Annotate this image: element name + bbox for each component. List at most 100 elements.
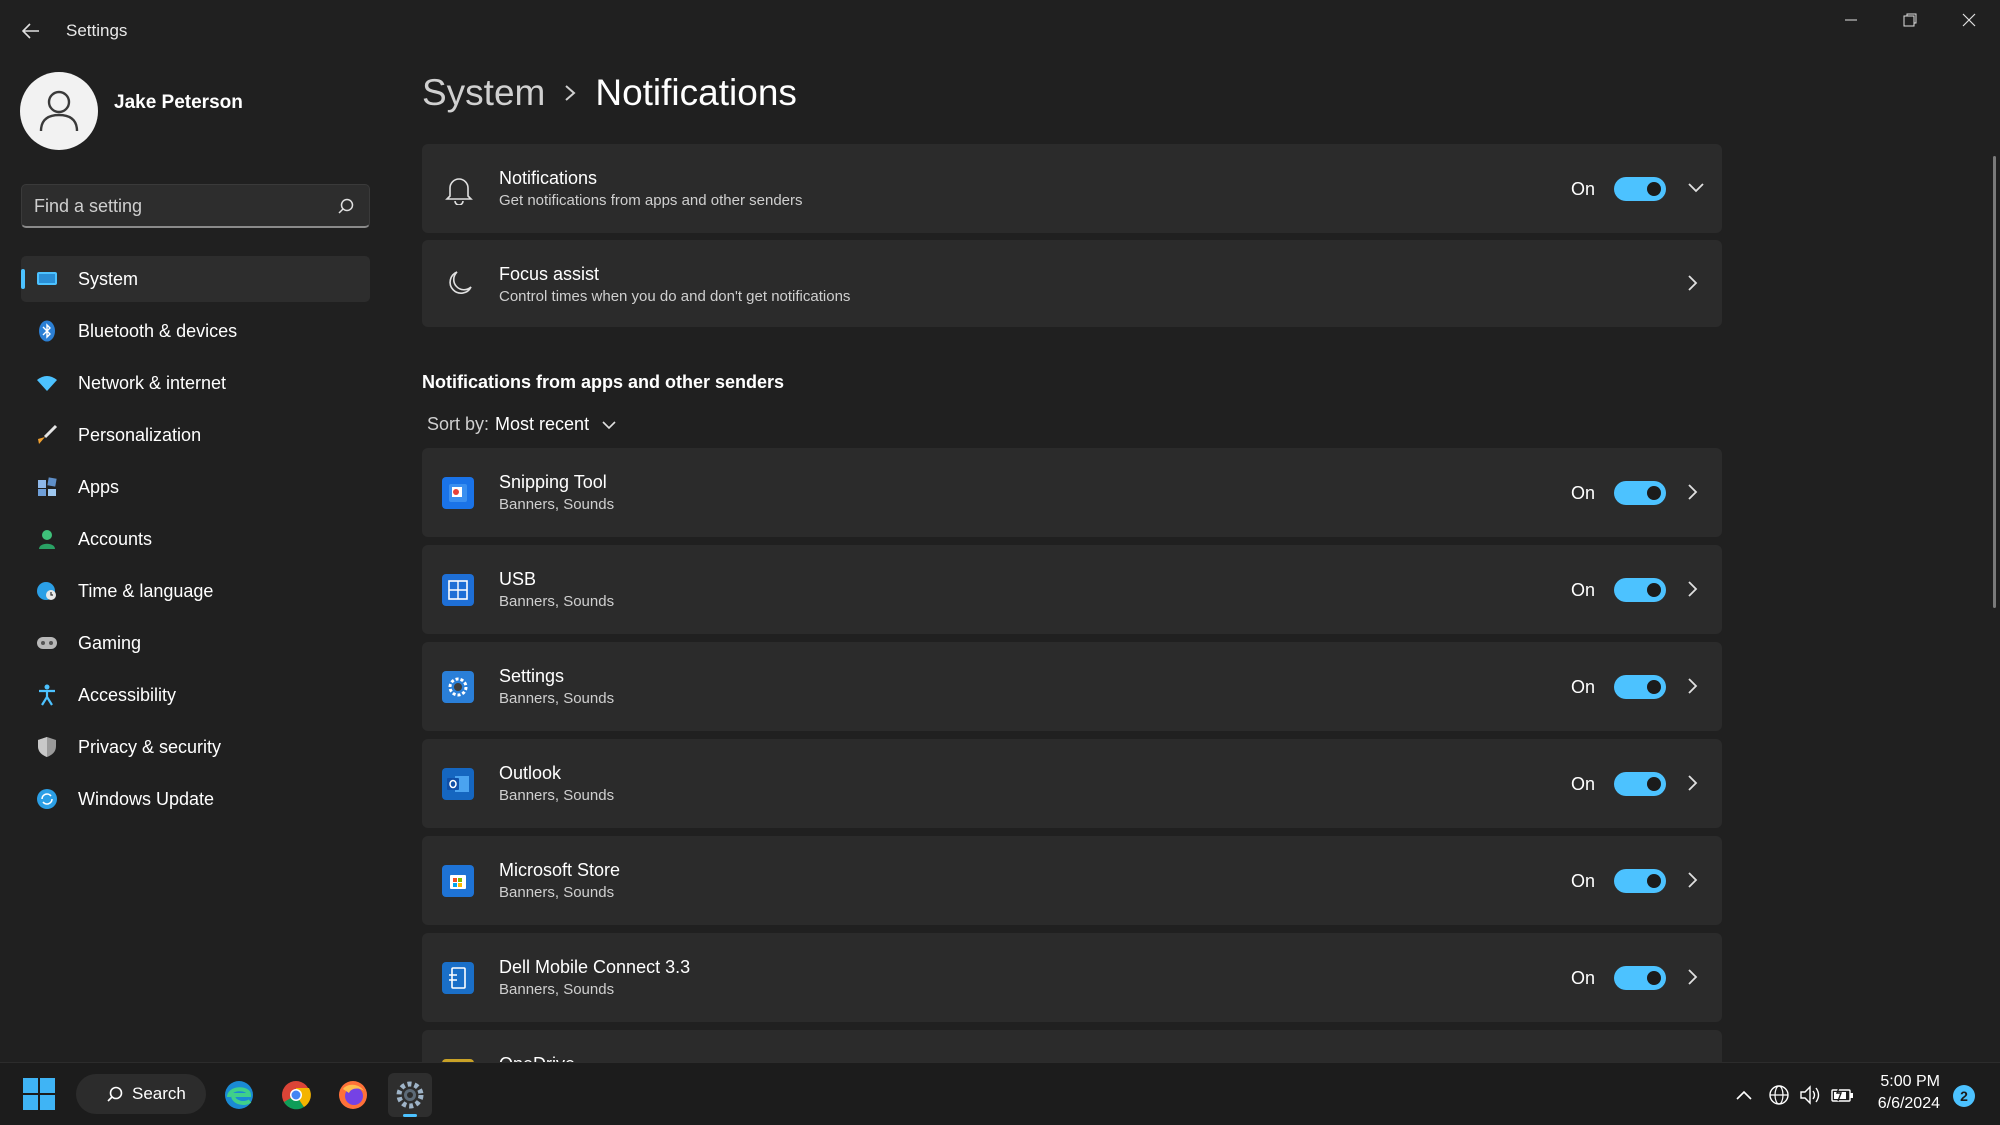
- wifi-icon: [35, 371, 59, 395]
- taskbar-search-button[interactable]: Search: [76, 1074, 206, 1114]
- sidebar-item-label: Network & internet: [78, 373, 227, 393]
- sidebar-item-accounts[interactable]: Accounts: [21, 516, 370, 562]
- card-title: Notifications: [499, 168, 598, 188]
- app-card-settings[interactable]: Settings Banners, Sounds On: [422, 642, 1722, 731]
- app-card-microsoft-store[interactable]: Microsoft Store Banners, Sounds On: [422, 836, 1722, 925]
- sidebar-item-accessibility[interactable]: Accessibility: [21, 672, 370, 718]
- toggle-state-label: On: [1571, 580, 1596, 600]
- app-toggle[interactable]: [1614, 772, 1666, 796]
- sidebar-item-time-language[interactable]: Time & language: [21, 568, 370, 614]
- start-button[interactable]: [22, 1077, 56, 1111]
- settings-gear-icon: [396, 1081, 424, 1109]
- toggle-state-label: On: [1571, 677, 1596, 697]
- search-icon[interactable]: [337, 197, 355, 220]
- clock-time: 5:00 PM: [1880, 1073, 1940, 1090]
- app-name: Outlook: [499, 763, 562, 783]
- volume-button[interactable]: [1797, 1081, 1825, 1109]
- search-box[interactable]: [21, 184, 370, 228]
- scrollbar[interactable]: [1993, 156, 1996, 608]
- breadcrumb-parent[interactable]: System: [422, 72, 545, 114]
- battery-icon: [1831, 1084, 1853, 1102]
- taskbar-firefox[interactable]: [331, 1073, 375, 1117]
- sidebar-item-bluetooth[interactable]: Bluetooth & devices: [21, 308, 370, 354]
- app-name: OneDrive: [499, 1054, 575, 1062]
- controller-icon: [35, 631, 59, 655]
- app-toggle[interactable]: [1614, 869, 1666, 893]
- settings-gear-icon: [442, 671, 474, 703]
- focus-assist-card[interactable]: Focus assist Control times when you do a…: [422, 240, 1722, 327]
- clock[interactable]: 5:00 PM 6/6/2024: [1868, 1071, 1940, 1115]
- chevron-right-icon: [563, 83, 577, 103]
- minimize-icon: [1845, 19, 1857, 21]
- back-button[interactable]: [14, 16, 48, 46]
- app-toggle[interactable]: [1614, 966, 1666, 990]
- sidebar-item-label: Gaming: [78, 633, 142, 653]
- language-button[interactable]: [1765, 1081, 1793, 1109]
- app-card-dell-mobile-connect[interactable]: Dell Mobile Connect 3.3 Banners, Sounds …: [422, 933, 1722, 1022]
- sidebar-item-network[interactable]: Network & internet: [21, 360, 370, 406]
- card-subtitle: Get notifications from apps and other se…: [499, 192, 803, 209]
- app-detail: Banners, Sounds: [499, 981, 615, 998]
- app-detail: Banners, Sounds: [499, 496, 615, 513]
- battery-button[interactable]: [1829, 1081, 1857, 1109]
- restore-icon: [1903, 13, 1917, 27]
- close-icon: [1962, 13, 1976, 27]
- snipping-tool-icon: [442, 477, 474, 509]
- app-toggle[interactable]: [1614, 675, 1666, 699]
- app-toggle[interactable]: [1614, 578, 1666, 602]
- sidebar-item-apps[interactable]: Apps: [21, 464, 370, 510]
- notification-count-badge[interactable]: 2: [1953, 1085, 1975, 1107]
- app-card-snipping-tool[interactable]: Snipping Tool Banners, Sounds On: [422, 448, 1722, 537]
- app-name: Snipping Tool: [499, 472, 607, 492]
- chevron-down-icon[interactable]: [1686, 178, 1706, 198]
- restore-button[interactable]: [1881, 0, 1939, 40]
- taskbar-edge[interactable]: [217, 1073, 261, 1117]
- app-toggle[interactable]: [1614, 481, 1666, 505]
- globe-icon: [1769, 1085, 1789, 1105]
- card-subtitle: Control times when you do and don't get …: [499, 288, 851, 305]
- outlook-icon: [442, 768, 474, 800]
- taskbar-chrome[interactable]: [274, 1073, 318, 1117]
- toggle-state-label: On: [1571, 774, 1596, 794]
- sidebar-item-label: Privacy & security: [78, 737, 222, 757]
- chrome-icon: [282, 1081, 311, 1110]
- minimize-button[interactable]: [1822, 0, 1880, 40]
- person-icon: [35, 527, 59, 551]
- sort-dropdown[interactable]: Sort by: Most recent: [427, 414, 617, 435]
- store-icon: [442, 865, 474, 897]
- edge-icon: [225, 1081, 253, 1109]
- sidebar-item-gaming[interactable]: Gaming: [21, 620, 370, 666]
- chevron-right-icon: [1683, 870, 1703, 890]
- chevron-right-icon: [1683, 967, 1703, 987]
- toggle-state-label: On: [1571, 179, 1596, 199]
- app-card-onedrive[interactable]: OneDrive: [422, 1030, 1722, 1062]
- sidebar-item-privacy-security[interactable]: Privacy & security: [21, 724, 370, 770]
- title-bar: Settings: [0, 0, 2000, 60]
- search-input[interactable]: [34, 185, 324, 227]
- notifications-toggle[interactable]: [1614, 177, 1666, 201]
- page-title: Notifications: [595, 72, 797, 113]
- show-hidden-icons-button[interactable]: [1730, 1081, 1758, 1109]
- app-name: Settings: [499, 666, 565, 686]
- chevron-right-icon: [1683, 482, 1703, 502]
- bluetooth-icon: [35, 319, 59, 343]
- app-card-outlook[interactable]: Outlook Banners, Sounds On: [422, 739, 1722, 828]
- avatar[interactable]: [20, 72, 98, 150]
- update-icon: [35, 787, 59, 811]
- bell-icon: [442, 173, 476, 207]
- close-button[interactable]: [1940, 0, 1998, 40]
- moon-icon: [442, 267, 476, 301]
- taskbar-settings[interactable]: [388, 1073, 432, 1117]
- sidebar-item-personalization[interactable]: Personalization: [21, 412, 370, 458]
- sidebar-item-windows-update[interactable]: Windows Update: [21, 776, 370, 822]
- windows-logo-icon: [23, 1078, 55, 1110]
- sidebar-item-label: Personalization: [78, 425, 202, 445]
- notifications-card[interactable]: Notifications Get notifications from app…: [422, 144, 1722, 233]
- sidebar-item-label: Apps: [78, 477, 120, 497]
- chevron-up-icon: [1736, 1090, 1752, 1100]
- speaker-icon: [1800, 1085, 1820, 1105]
- toggle-state-label: On: [1571, 968, 1596, 988]
- sidebar-item-system[interactable]: System: [21, 256, 370, 302]
- app-card-usb[interactable]: USB Banners, Sounds On: [422, 545, 1722, 634]
- breadcrumb: System Notifications: [422, 72, 797, 114]
